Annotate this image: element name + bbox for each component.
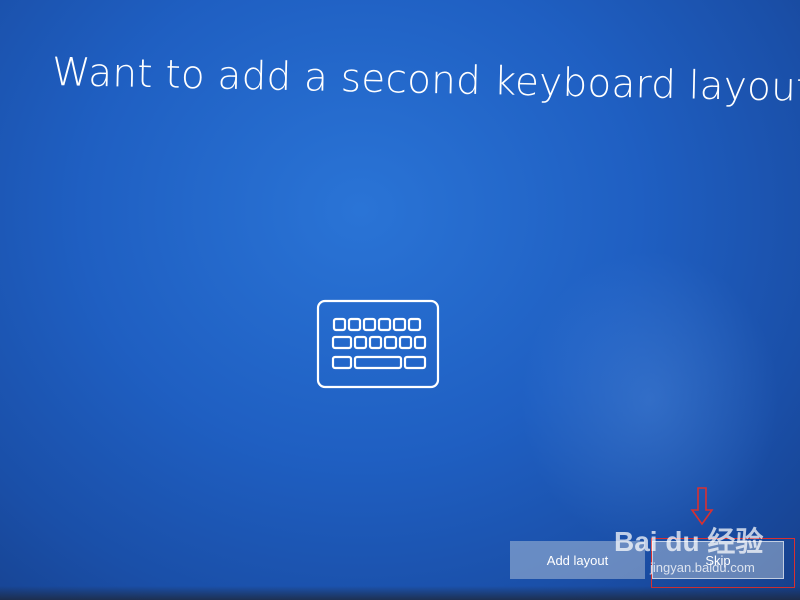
skip-button[interactable]: Skip xyxy=(652,541,784,579)
page-title: Want to add a second keyboard layout? xyxy=(51,50,800,112)
screen-glare xyxy=(520,250,780,550)
keyboard-icon xyxy=(316,299,440,389)
screen-bezel-shadow xyxy=(0,586,800,600)
add-layout-button[interactable]: Add layout xyxy=(510,541,645,579)
down-arrow-icon xyxy=(690,487,714,526)
action-bar: Add layout Skip xyxy=(510,541,790,581)
